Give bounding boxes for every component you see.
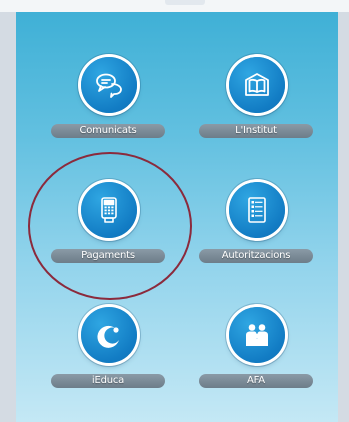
tile-label-pagaments: Pagaments xyxy=(51,249,165,263)
payment-terminal-icon[interactable] xyxy=(81,182,137,238)
tile-label-afa: AFA xyxy=(199,374,313,388)
top-bar xyxy=(0,0,349,12)
tile-ieduca[interactable]: iEduca xyxy=(43,307,173,417)
family-icon[interactable] xyxy=(229,307,285,363)
tile-linstitut[interactable]: L'Institut xyxy=(191,57,321,167)
tile-label-comunicats: Comunicats xyxy=(51,124,165,138)
tile-label-ieduca: iEduca xyxy=(51,374,165,388)
chat-bubbles-icon[interactable] xyxy=(81,57,137,113)
menu-panel: Comunicats L'Institut Pagaments Autoritz… xyxy=(16,12,338,422)
tile-afa[interactable]: AFA xyxy=(191,307,321,417)
tile-label-autoritzacions: Autoritzacions xyxy=(199,249,313,263)
tile-comunicats[interactable]: Comunicats xyxy=(43,57,173,167)
document-form-icon[interactable] xyxy=(229,182,285,238)
open-book-icon[interactable] xyxy=(229,57,285,113)
tile-autoritzacions[interactable]: Autoritzacions xyxy=(191,182,321,292)
tile-label-linstitut: L'Institut xyxy=(199,124,313,138)
ieduca-logo-icon[interactable] xyxy=(81,307,137,363)
top-notch xyxy=(165,0,205,5)
tile-pagaments[interactable]: Pagaments xyxy=(43,182,173,292)
